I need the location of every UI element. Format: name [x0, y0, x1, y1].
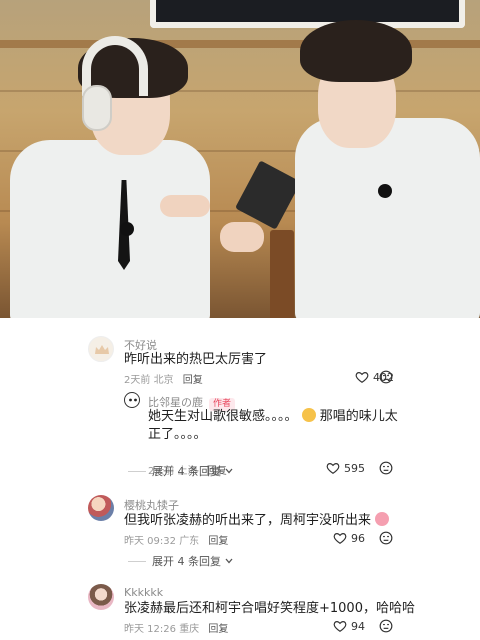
like-count: 94 — [351, 619, 365, 633]
user-avatar[interactable] — [88, 336, 114, 362]
comment-meta: 昨天 12:26 重庆 回复 — [124, 620, 228, 635]
dislike-face-icon[interactable] — [379, 370, 393, 384]
user-avatar[interactable] — [88, 584, 114, 610]
reply-button[interactable]: 回复 — [208, 536, 228, 547]
comment-location: 重庆 — [179, 624, 200, 635]
expand-replies-button[interactable]: 展开 4 条回复 — [128, 463, 234, 479]
chevron-down-icon — [225, 468, 233, 474]
comment-text: 张凌赫最后还和柯宇合唱好笑程度+1000，哈哈哈 — [124, 601, 415, 616]
comment-text: 但我听张凌赫的听出来了，周柯宇没听出来 — [124, 512, 390, 530]
reply-button[interactable]: 回复 — [208, 624, 228, 635]
dislike-face-icon[interactable] — [379, 531, 393, 545]
reply-item: 比邻星の鹿 作者 她天生对山歌很敏感。。。。 那唱的味儿太正了。。。。 2天前 上… — [0, 386, 480, 481]
comment-meta: 2天前 北京 回复 — [124, 371, 203, 386]
crown-avatar-icon — [95, 345, 109, 354]
comment-time: 2天前 — [124, 375, 151, 386]
comment-time: 昨天 09:32 — [124, 536, 176, 547]
comment-text: 昨听出来的热巴太厉害了 — [124, 352, 268, 367]
comment-text-part1: 她天生对山歌很敏感。。。。 — [148, 409, 298, 424]
heart-outline-icon — [326, 463, 340, 474]
comment-item: 不好说 昨听出来的热巴太厉害了 2天前 北京 回复 402 — [0, 318, 480, 386]
emoji-icon — [375, 512, 390, 526]
like-button[interactable]: 96 — [333, 531, 365, 545]
comment-meta: 昨天 09:32 广东 回复 — [124, 532, 228, 547]
heart-outline-icon — [355, 372, 369, 383]
dislike-face-icon[interactable] — [379, 461, 393, 475]
user-avatar[interactable] — [88, 495, 114, 521]
chevron-down-icon — [225, 558, 233, 564]
comment-username[interactable]: 樱桃丸犊子 — [124, 497, 179, 513]
cartoon-avatar-icon — [129, 398, 137, 402]
expand-replies-label: 展开 4 条回复 — [152, 555, 221, 568]
comment-text: 她天生对山歌很敏感。。。。 那唱的味儿太正了。。。。 — [148, 408, 398, 444]
like-button[interactable]: 595 — [326, 461, 365, 475]
like-count: 595 — [344, 461, 365, 475]
expand-replies-button[interactable]: 展开 4 条回复 — [128, 553, 234, 569]
comment-list: 不好说 昨听出来的热巴太厉害了 2天前 北京 回复 402 比邻星の鹿 作者 她天… — [0, 318, 480, 640]
background-monitor — [150, 0, 465, 28]
comment-time: 昨天 12:26 — [124, 624, 176, 635]
like-button[interactable]: 94 — [333, 619, 365, 633]
comment-text-content: 但我听张凌赫的听出来了，周柯宇没听出来 — [124, 513, 372, 528]
heart-outline-icon — [333, 533, 347, 544]
comment-item: 樱桃丸犊子 但我听张凌赫的听出来了，周柯宇没听出来 昨天 09:32 广东 回复… — [0, 488, 480, 578]
heart-outline-icon — [333, 621, 347, 632]
emoji-icon — [301, 408, 316, 422]
comment-username[interactable]: Kkkkkk — [124, 586, 163, 599]
video-screenshot-image — [0, 0, 480, 318]
reply-button[interactable]: 回复 — [183, 375, 203, 386]
dislike-face-icon[interactable] — [379, 619, 393, 633]
comment-location: 广东 — [179, 536, 200, 547]
expand-replies-label: 展开 4 条回复 — [152, 465, 221, 478]
comment-item: Kkkkkk 张凌赫最后还和柯宇合唱好笑程度+1000，哈哈哈 昨天 12:26… — [0, 578, 480, 640]
comment-location: 北京 — [153, 375, 174, 386]
user-avatar[interactable] — [124, 392, 140, 408]
like-count: 96 — [351, 531, 365, 545]
